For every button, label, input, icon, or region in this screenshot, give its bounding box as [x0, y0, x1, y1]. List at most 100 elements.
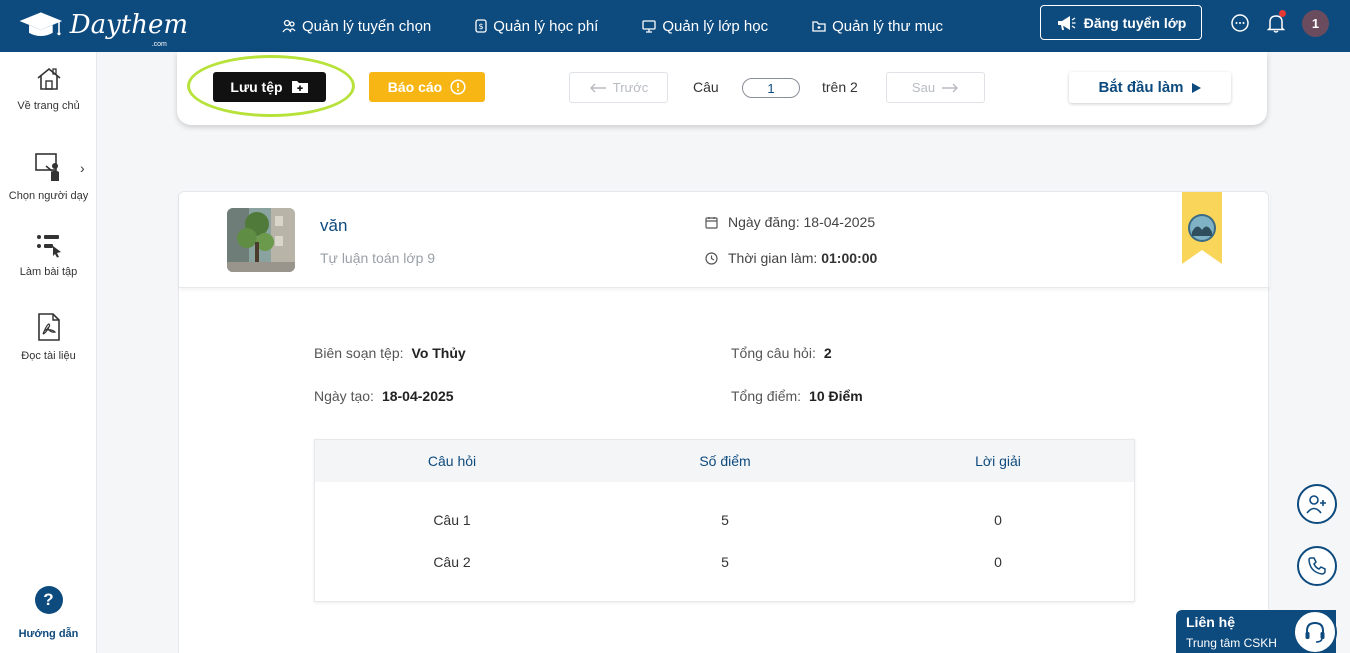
questions-value: 2: [823, 345, 832, 361]
svg-text:$: $: [479, 22, 484, 31]
author-row: Biên soạn tệp: Vo Thủy: [314, 345, 466, 361]
top-navbar: Daythem .com Quản lý tuyển chọn $ Quản lý…: [0, 0, 1350, 52]
help-label: Hướng dẫn: [18, 628, 79, 640]
created-row: Ngày tạo: 18-04-2025: [314, 388, 454, 404]
post-class-label: Đăng tuyển lớp: [1083, 14, 1187, 31]
sidebar-item-exercise-label: Làm bài tập: [19, 266, 78, 278]
exam-toolbar: Lưu tệp Báo cáo Trước Câu trên 2 Sau Bắt…: [177, 52, 1267, 125]
exercise-icon: [36, 235, 61, 258]
post-class-button[interactable]: Đăng tuyển lớp: [1040, 5, 1202, 40]
header-question: Câu hỏi: [427, 453, 477, 469]
save-file-button[interactable]: Lưu tệp: [213, 72, 326, 102]
phone-button[interactable]: [1297, 546, 1337, 586]
nav-recruitment[interactable]: Quản lý tuyển chọn: [282, 18, 431, 35]
file-info-header: văn Tự luận toán lớp 9 Ngày đăng: 18-04-…: [179, 192, 1270, 288]
phone-icon: [1308, 557, 1326, 575]
start-exam-button[interactable]: Bắt đầu làm: [1069, 72, 1231, 103]
users-icon: [282, 19, 296, 33]
question-number-input[interactable]: [742, 78, 800, 98]
chevron-right-icon[interactable]: ›: [80, 160, 85, 176]
duration-value: 01:00:00: [821, 250, 878, 266]
nav-tuition-label: Quản lý học phí: [493, 17, 599, 35]
nav-folder-label: Quản lý thư mục: [832, 17, 943, 35]
created-value: 18-04-2025: [381, 388, 454, 404]
report-button[interactable]: Báo cáo: [369, 72, 485, 102]
contact-subtitle: Trung tâm CSKH: [1186, 636, 1277, 650]
contact-widget[interactable]: Liên hệ Trung tâm CSKH: [1176, 610, 1337, 653]
question-icon: ?: [34, 586, 63, 614]
file-subtitle: Tự luận toán lớp 9: [320, 250, 436, 266]
author-label: Biên soạn tệp:: [314, 345, 404, 361]
graduation-cap-icon: [19, 12, 63, 37]
start-exam-label: Bắt đầu làm: [1098, 79, 1184, 96]
clock-icon: [705, 251, 718, 265]
contact-title: Liên hệ: [1186, 614, 1236, 630]
home-icon: [36, 67, 61, 90]
report-label: Báo cáo: [387, 79, 443, 95]
next-button[interactable]: Sau: [886, 72, 985, 103]
question-total: trên 2: [822, 79, 858, 95]
sidebar-item-documents[interactable]: Đọc tài liệu: [0, 312, 97, 362]
sidebar-item-home-label: Về trang chủ: [17, 100, 80, 112]
help-button[interactable]: ? Hướng dẫn: [0, 586, 97, 640]
posted-label: Ngày đăng:: [728, 214, 800, 230]
created-label: Ngày tạo:: [314, 388, 374, 404]
question-table: Câu hỏi Số điểm Lời giải Câu 1 5 0 Câu 2…: [314, 439, 1135, 602]
nav-recruitment-label: Quản lý tuyển chọn: [302, 17, 432, 35]
add-user-button[interactable]: [1297, 484, 1337, 524]
table-header: Câu hỏi Số điểm Lời giải: [315, 440, 1134, 482]
nav-classroom[interactable]: Quản lý lớp học: [642, 18, 768, 35]
arrow-left-icon: [589, 83, 606, 92]
user-plus-icon: [1306, 495, 1326, 514]
row2-solution: 0: [994, 554, 1002, 570]
notification-dot: [1279, 10, 1286, 17]
play-icon: [1191, 82, 1201, 93]
calendar-icon: [705, 216, 718, 229]
questions-row: Tổng câu hỏi: 2: [731, 345, 832, 361]
pdf-icon: [37, 313, 60, 341]
score-row: Tổng điểm: 10 Điểm: [731, 388, 863, 404]
question-label: Câu: [693, 79, 719, 95]
row1-question: Câu 1: [433, 512, 471, 528]
tuition-icon: $: [475, 19, 487, 33]
row1-solution: 0: [994, 512, 1002, 528]
brand-name: Daythem .com: [69, 10, 188, 48]
arrow-right-icon: [942, 83, 959, 92]
row2-score: 5: [721, 554, 729, 570]
folder-icon: [812, 21, 826, 32]
nav-classroom-label: Quản lý lớp học: [662, 17, 769, 35]
brand-logo[interactable]: Daythem .com: [18, 4, 188, 48]
folder-add-icon: [291, 81, 308, 93]
file-title: văn: [320, 216, 348, 235]
sidebar-item-documents-label: Đọc tài liệu: [21, 350, 76, 362]
score-label: Tổng điểm:: [731, 388, 802, 404]
author-value: Vo Thủy: [411, 345, 466, 361]
previous-button[interactable]: Trước: [569, 72, 668, 103]
posted-date: Ngày đăng: 18-04-2025: [705, 214, 875, 230]
headset-icon: [1293, 610, 1337, 653]
classroom-icon: [642, 20, 656, 33]
brand-suffix: .com: [151, 41, 167, 48]
next-label: Sau: [911, 80, 936, 95]
header-solution: Lời giải: [975, 453, 1021, 469]
user-avatar[interactable]: 1: [1302, 10, 1329, 37]
sidebar-item-exercise[interactable]: Làm bài tập: [0, 232, 97, 278]
score-value: 10 Điểm: [809, 388, 863, 404]
file-detail-card: văn Tự luận toán lớp 9 Ngày đăng: 18-04-…: [178, 191, 1270, 653]
notification-button[interactable]: [1265, 10, 1287, 34]
file-thumbnail: [227, 208, 295, 272]
duration: Thời gian làm: 01:00:00: [705, 250, 877, 266]
nav-folder[interactable]: Quản lý thư mục: [812, 18, 943, 35]
sidebar-item-home[interactable]: Về trang chủ: [0, 66, 97, 112]
teacher-icon: [34, 153, 59, 181]
duration-label: Thời gian làm:: [728, 250, 818, 266]
posted-value: 18-04-2025: [803, 214, 876, 230]
previous-label: Trước: [612, 80, 649, 95]
row1-score: 5: [721, 512, 729, 528]
main-nav: Quản lý tuyển chọn $ Quản lý học phí Quả…: [282, 0, 987, 52]
bookmark-ribbon-icon: [1182, 192, 1222, 264]
header-score: Số điểm: [699, 453, 751, 469]
sidebar: Về trang chủ Chọn người dạy › Làm bài tậ…: [0, 52, 97, 653]
chat-button[interactable]: [1229, 12, 1251, 34]
nav-tuition[interactable]: $ Quản lý học phí: [475, 18, 598, 35]
